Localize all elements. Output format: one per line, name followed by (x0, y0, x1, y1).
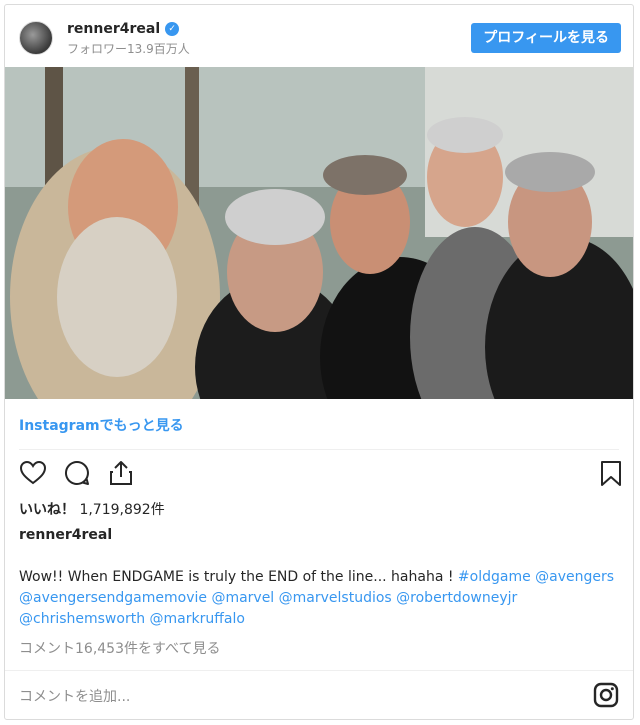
username-row: renner4real ✓ (67, 19, 180, 39)
instagram-embed-card: renner4real ✓ フォロワー13.9百万人 プロフィールを見る Ins… (4, 4, 634, 720)
username[interactable]: renner4real (67, 21, 160, 37)
caption-text: Wow!! When ENDGAME is truly the END of t… (19, 569, 458, 585)
mention-link[interactable]: @avengers (535, 569, 614, 585)
likes-number: 1,719,892件 (79, 502, 165, 518)
divider (19, 449, 619, 450)
caption-username[interactable]: renner4real (19, 527, 112, 543)
comment-icon[interactable] (63, 459, 91, 487)
mention-link[interactable]: @robertdowneyjr (396, 590, 517, 606)
mention-link[interactable]: @avengersendgamemovie (19, 590, 207, 606)
likes-count[interactable]: いいね！ 1,719,892件 (19, 499, 165, 519)
view-all-comments-link[interactable]: コメント16,453件をすべて見る (19, 638, 220, 658)
follower-count: フォロワー13.9百万人 (67, 42, 190, 56)
mention-link[interactable]: @markruffalo (150, 611, 245, 627)
view-profile-button[interactable]: プロフィールを見る (471, 23, 621, 53)
hashtag-link[interactable]: #oldgame (458, 569, 531, 585)
divider (5, 670, 633, 671)
action-bar (17, 459, 623, 489)
instagram-icon[interactable] (593, 682, 619, 708)
post-header: renner4real ✓ フォロワー13.9百万人 プロフィールを見る (5, 5, 633, 67)
avatar[interactable] (19, 21, 53, 55)
share-icon[interactable] (107, 459, 135, 487)
bookmark-icon[interactable] (597, 459, 625, 487)
post-photo-image (5, 67, 633, 399)
view-more-on-instagram-link[interactable]: Instagramでもっと見る (19, 415, 184, 435)
post-caption: Wow!! When ENDGAME is truly the END of t… (19, 567, 623, 630)
likes-label: いいね！ (19, 502, 75, 518)
mention-link[interactable]: @marvelstudios (279, 590, 392, 606)
heart-icon[interactable] (19, 459, 47, 487)
verified-badge-icon: ✓ (165, 22, 180, 36)
mention-link[interactable]: @chrishemsworth (19, 611, 145, 627)
add-comment-field[interactable]: コメントを追加... (19, 686, 130, 706)
post-photo[interactable] (5, 67, 633, 399)
mention-link[interactable]: @marvel (211, 590, 274, 606)
